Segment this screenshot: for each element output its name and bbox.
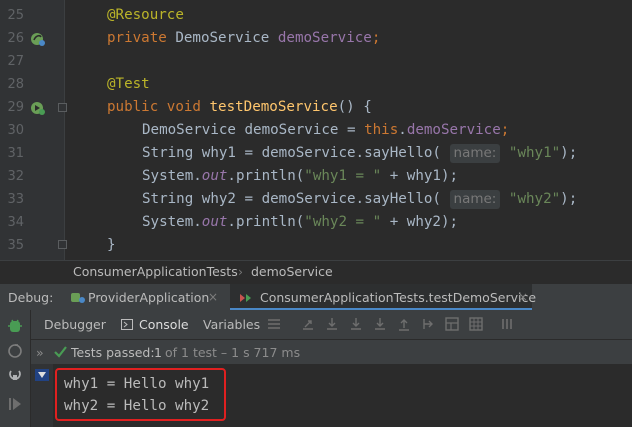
show-execution-point-icon[interactable] <box>301 317 315 331</box>
breadcrumb-class[interactable]: ConsumerApplicationTests <box>73 264 238 279</box>
resume-icon[interactable] <box>7 343 23 359</box>
line-number: 33 <box>7 192 24 207</box>
test-config-icon <box>240 294 251 302</box>
console-gutter <box>31 364 53 427</box>
columns-icon[interactable] <box>501 317 515 331</box>
line-number: 34 <box>7 215 24 230</box>
code-line-29: public void testDemoService() { <box>107 99 372 115</box>
console-icon <box>121 319 133 330</box>
close-icon[interactable]: × <box>518 290 528 304</box>
line-number: 30 <box>7 123 24 138</box>
view-breakpoints-icon[interactable] <box>469 317 483 331</box>
fold-marker-icon[interactable] <box>58 103 67 112</box>
step-into-icon[interactable] <box>349 317 363 331</box>
tab-debugger[interactable]: Debugger <box>44 317 106 332</box>
debug-subtabs: Debugger Console Variables <box>31 310 632 340</box>
highlight-box <box>55 368 226 421</box>
line-number: 35 <box>7 238 24 253</box>
parameter-hint: name: <box>449 144 501 163</box>
force-step-into-icon[interactable] <box>373 317 387 331</box>
tab-consumer-application-tests[interactable]: ConsumerApplicationTests.testDemoService… <box>230 284 536 311</box>
restore-layout-icon[interactable] <box>7 368 23 384</box>
code-line-32: System.out.println("why1 = " + why1); <box>142 168 459 184</box>
step-out-icon[interactable] <box>397 317 411 331</box>
line-number: 28 <box>7 77 24 92</box>
code-line-35: } <box>107 237 116 253</box>
close-icon[interactable]: × <box>208 290 218 304</box>
line-number: 25 <box>7 8 24 23</box>
code-line-33: String why2 = demoService.sayHello( name… <box>142 190 578 209</box>
code-line-28: @Test <box>107 76 150 92</box>
test-status-bar: » Tests passed: 1 of 1 test – 1 s 717 ms <box>31 340 632 364</box>
spring-bean-icon[interactable] <box>30 31 46 47</box>
breadcrumb-separator: › <box>238 264 243 279</box>
tab-provider-application[interactable]: ProviderApplication × <box>66 284 221 311</box>
collapse-arrow-icon[interactable] <box>35 369 49 381</box>
code-line-31: String why1 = demoService.sayHello( name… <box>142 144 578 163</box>
tests-passed-label: Tests passed: <box>71 345 155 360</box>
run-to-cursor-icon[interactable] <box>421 317 435 331</box>
expand-chevron-icon[interactable]: » <box>36 345 44 360</box>
tab-variables[interactable]: Variables <box>203 317 260 332</box>
debug-left-toolbar <box>0 310 31 427</box>
parameter-hint: name: <box>449 190 501 209</box>
line-number: 29 <box>7 100 24 115</box>
tests-passed-detail: of 1 test – 1 s 717 ms <box>165 345 301 360</box>
code-line-26: private DemoService demoService; <box>107 30 381 46</box>
editor-gutter: 25 26 27 28 29 30 31 32 33 34 35 <box>0 0 67 260</box>
code-line-30: DemoService demoService = this.demoServi… <box>142 122 510 138</box>
line-number: 26 <box>7 31 24 46</box>
run-config-icon <box>71 293 85 303</box>
menu-icon[interactable] <box>267 317 281 331</box>
run-test-icon[interactable] <box>30 100 46 116</box>
line-number: 32 <box>7 169 24 184</box>
resume-program-icon[interactable] <box>7 396 23 412</box>
evaluate-expression-icon[interactable] <box>445 317 459 331</box>
line-number: 27 <box>7 54 24 69</box>
tests-passed-count: 1 <box>154 345 162 360</box>
breadcrumb-member[interactable]: demoService <box>251 264 333 279</box>
tab-console[interactable]: Console <box>139 317 189 332</box>
code-editor[interactable]: 25 26 27 28 29 30 31 32 33 34 35 @Resour… <box>0 0 632 260</box>
line-number: 31 <box>7 146 24 161</box>
code-line-34: System.out.println("why2 = " + why2); <box>142 214 459 230</box>
breadcrumb: ConsumerApplicationTests › demoService <box>0 260 632 283</box>
debug-tool-window-header: Debug: ProviderApplication × ConsumerApp… <box>0 283 632 311</box>
step-over-icon[interactable] <box>325 317 339 331</box>
fold-marker-icon[interactable] <box>58 240 67 249</box>
debug-label: Debug: <box>8 290 54 305</box>
code-line-25: @Resource <box>107 7 184 23</box>
rerun-icon[interactable] <box>7 318 23 334</box>
check-icon <box>54 346 67 358</box>
